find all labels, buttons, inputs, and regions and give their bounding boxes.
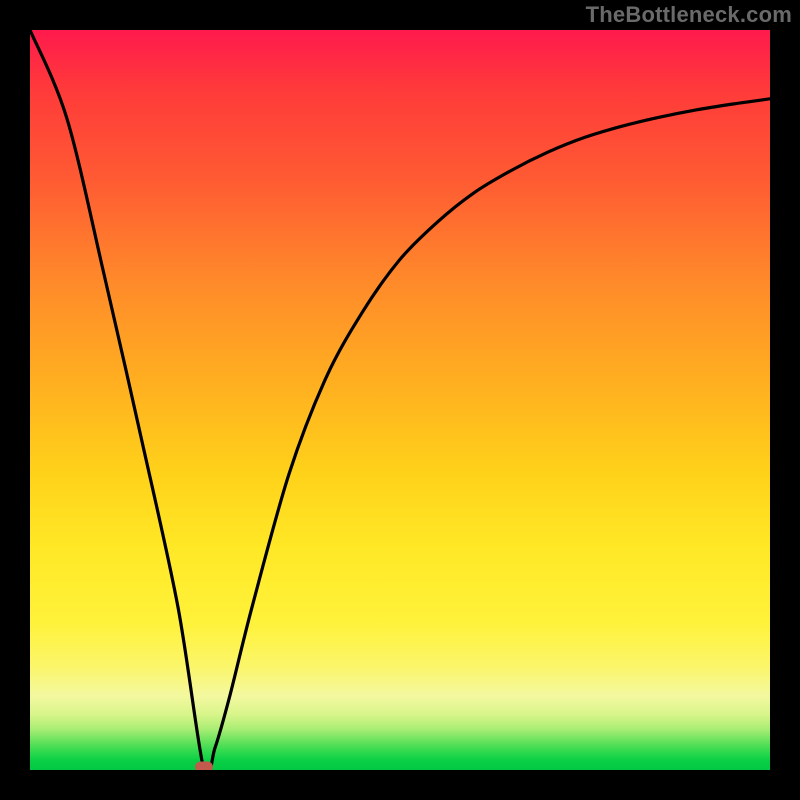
plot-area: [30, 30, 770, 770]
watermark-text: TheBottleneck.com: [586, 2, 792, 28]
minimum-marker: [195, 762, 213, 771]
chart-frame: TheBottleneck.com: [0, 0, 800, 800]
bottleneck-curve: [30, 30, 770, 770]
